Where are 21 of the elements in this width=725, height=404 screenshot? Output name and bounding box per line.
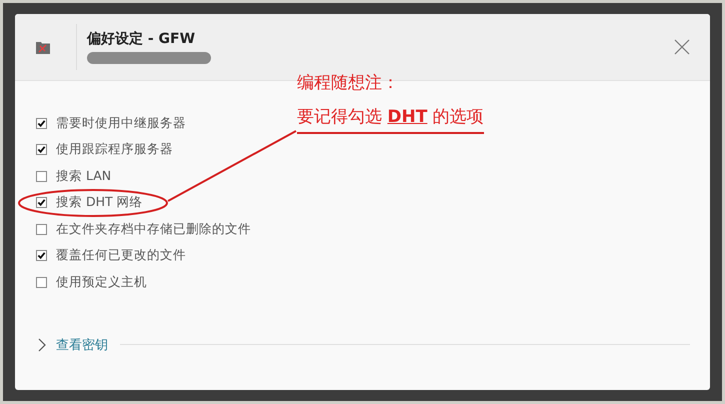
option-label: 搜索 LAN	[56, 168, 112, 185]
annotation-text: 编程随想注：	[297, 72, 400, 95]
checkbox[interactable]	[36, 197, 47, 208]
annotation-text: 要记得勾选 DHT 的选项	[297, 105, 484, 134]
checkbox[interactable]	[36, 170, 47, 182]
checkbox[interactable]	[36, 144, 47, 156]
window-title: 偏好设定 - GFW	[87, 30, 196, 48]
checkbox[interactable]	[36, 224, 47, 235]
folder-icon	[36, 40, 50, 54]
checkbox[interactable]	[36, 276, 47, 288]
option-label: 需要时使用中继服务器	[56, 114, 186, 132]
checkbox[interactable]	[36, 250, 47, 262]
close-icon[interactable]	[674, 39, 690, 55]
view-key-link[interactable]: 查看密钥	[56, 336, 108, 354]
option-label: 搜索 DHT 网络	[56, 194, 143, 212]
option-label: 使用预定义主机	[56, 274, 147, 291]
option-label: 使用跟踪程序服务器	[56, 141, 173, 158]
checkbox[interactable]	[36, 118, 47, 129]
chevron-icon[interactable]	[38, 338, 46, 352]
option-label: 覆盖任何已更改的文件	[56, 247, 186, 264]
option-label: 在文件夹存档中存储已删除的文件	[56, 220, 251, 238]
